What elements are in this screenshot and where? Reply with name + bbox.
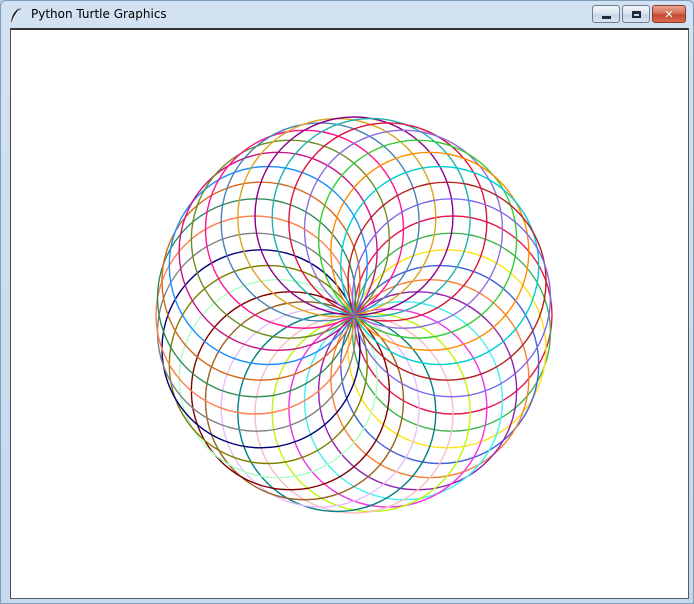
close-icon: ✕ (664, 7, 674, 21)
title-bar[interactable]: Python Turtle Graphics ✕ (1, 1, 693, 29)
close-button[interactable]: ✕ (652, 5, 686, 23)
turtle-window: Python Turtle Graphics ✕ (0, 0, 694, 604)
minimize-icon (601, 15, 611, 19)
turtle-canvas-area[interactable] (10, 28, 689, 599)
window-title: Python Turtle Graphics (31, 7, 167, 21)
turtle-canvas[interactable] (11, 30, 688, 599)
minimize-button[interactable] (592, 5, 620, 23)
maximize-button[interactable] (622, 5, 650, 23)
feather-icon (11, 7, 21, 23)
maximize-icon (631, 10, 641, 18)
